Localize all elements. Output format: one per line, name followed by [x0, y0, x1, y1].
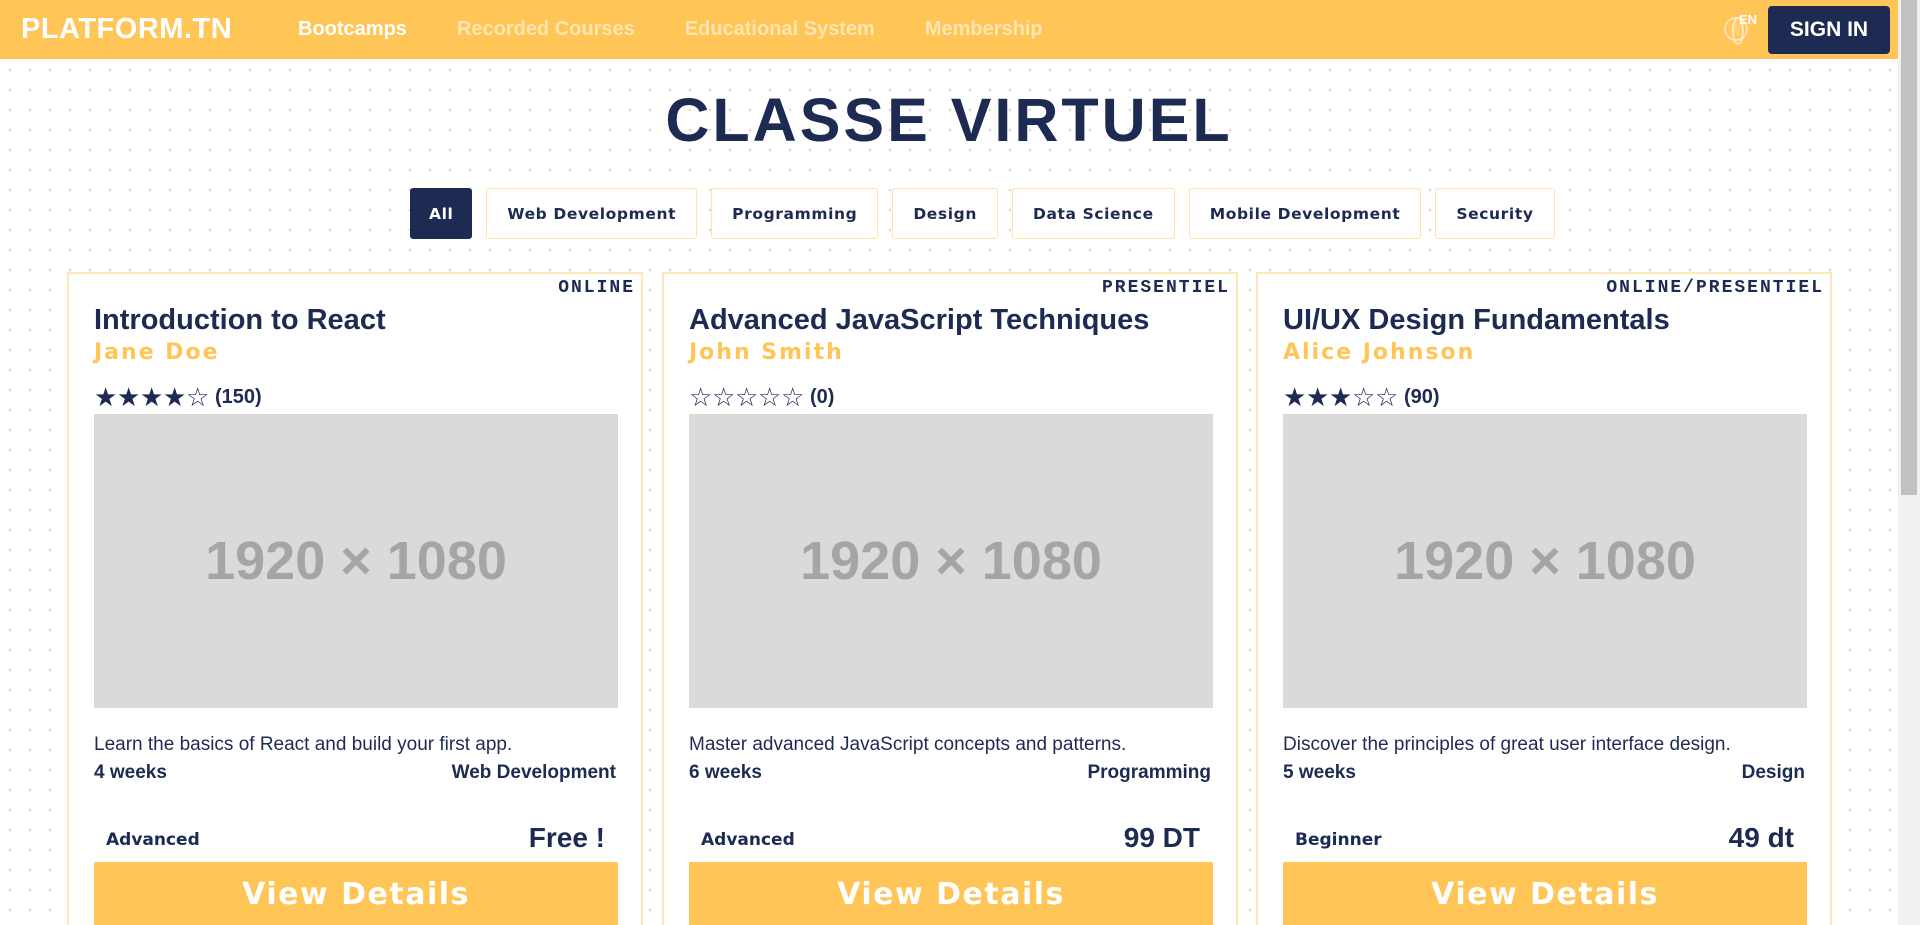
- star-empty-icon: ☆: [689, 382, 713, 412]
- star-filled-icon: ★: [117, 382, 141, 412]
- course-level: Beginner: [1295, 830, 1382, 850]
- course-rating: ☆ ☆ ☆ ☆ ☆ (0): [689, 384, 834, 410]
- rating-count: (90): [1404, 385, 1440, 408]
- course-price: Free !: [528, 822, 605, 853]
- filter-programming[interactable]: Programming: [711, 188, 879, 239]
- view-details-button[interactable]: View Details: [689, 862, 1213, 925]
- image-placeholder-label: 1920 × 1080: [800, 531, 1102, 591]
- course-card: PRESENTIEL Advanced JavaScript Technique…: [662, 272, 1238, 925]
- star-empty-icon: ☆: [758, 382, 782, 412]
- nav-link-educational-system[interactable]: Educational System: [685, 18, 875, 41]
- course-rating: ★ ★ ★ ☆ ☆ (90): [1283, 384, 1440, 410]
- course-image-placeholder: 1920 × 1080: [1283, 414, 1807, 708]
- image-placeholder-label: 1920 × 1080: [1394, 531, 1696, 591]
- course-description: Master advanced JavaScript concepts and …: [689, 734, 1127, 755]
- star-empty-icon: ☆: [1352, 382, 1376, 412]
- star-filled-icon: ★: [94, 382, 118, 412]
- course-category: Web Development: [451, 762, 616, 783]
- star-empty-icon: ☆: [186, 382, 210, 412]
- star-empty-icon: ☆: [1375, 382, 1399, 412]
- star-filled-icon: ★: [163, 382, 187, 412]
- course-mode: ONLINE/PRESENTIEL: [1606, 278, 1824, 298]
- page-title: CLASSE VIRTUEL: [665, 86, 1233, 154]
- course-level: Advanced: [701, 830, 795, 850]
- course-duration: 4 weeks: [94, 762, 167, 783]
- image-placeholder-label: 1920 × 1080: [205, 531, 507, 591]
- filter-mobile-development[interactable]: Mobile Development: [1188, 188, 1422, 239]
- course-duration: 5 weeks: [1283, 762, 1356, 783]
- star-filled-icon: ★: [1329, 382, 1353, 412]
- star-filled-icon: ★: [1306, 382, 1330, 412]
- course-title: Advanced JavaScript Techniques: [689, 304, 1150, 336]
- course-duration: 6 weeks: [689, 762, 762, 783]
- filter-data-science[interactable]: Data Science: [1012, 188, 1175, 239]
- nav-link-bootcamps[interactable]: Bootcamps: [298, 18, 407, 41]
- language-code: EN: [1739, 12, 1758, 27]
- course-title: UI/UX Design Fundamentals: [1283, 304, 1670, 336]
- filter-all[interactable]: All: [410, 188, 473, 239]
- view-details-button[interactable]: View Details: [94, 862, 618, 925]
- course-rating: ★ ★ ★ ★ ☆ (150): [94, 384, 262, 410]
- course-mode: ONLINE: [558, 278, 635, 298]
- filter-security[interactable]: Security: [1435, 188, 1555, 239]
- star-rating: ☆ ☆ ☆ ☆ ☆: [689, 384, 804, 410]
- course-author: Jane Doe: [94, 340, 220, 365]
- course-author: Alice Johnson: [1283, 340, 1476, 365]
- star-empty-icon: ☆: [781, 382, 805, 412]
- course-level: Advanced: [106, 830, 200, 850]
- course-mode: PRESENTIEL: [1101, 278, 1230, 298]
- star-empty-icon: ☆: [735, 382, 759, 412]
- site-logo[interactable]: PLATFORM.TN: [21, 13, 232, 46]
- star-filled-icon: ★: [140, 382, 164, 412]
- view-details-button[interactable]: View Details: [1283, 862, 1807, 925]
- page-scrollbar[interactable]: [1898, 0, 1920, 925]
- course-image-placeholder: 1920 × 1080: [689, 414, 1213, 708]
- course-card: ONLINE/PRESENTIEL UI/UX Design Fundament…: [1256, 272, 1832, 925]
- language-switcher[interactable]: EN: [1724, 12, 1764, 46]
- star-empty-icon: ☆: [712, 382, 736, 412]
- course-category: Design: [1741, 762, 1805, 783]
- star-rating: ★ ★ ★ ★ ☆: [94, 384, 209, 410]
- filter-web-development[interactable]: Web Development: [486, 188, 698, 239]
- category-filters: All Web Development Programming Design D…: [410, 188, 1555, 239]
- course-description: Learn the basics of React and build your…: [94, 734, 513, 755]
- main-nav: Bootcamps Recorded Courses Educational S…: [298, 18, 1093, 41]
- course-description: Discover the principles of great user in…: [1283, 734, 1731, 755]
- course-category: Programming: [1087, 762, 1211, 783]
- course-image-placeholder: 1920 × 1080: [94, 414, 618, 708]
- scrollbar-thumb[interactable]: [1901, 0, 1917, 495]
- rating-count: (0): [810, 385, 835, 408]
- nav-link-membership[interactable]: Membership: [925, 18, 1043, 41]
- course-author: John Smith: [689, 340, 844, 365]
- rating-count: (150): [215, 385, 262, 408]
- filter-design[interactable]: Design: [892, 188, 998, 239]
- course-card: ONLINE Introduction to React Jane Doe ★ ★…: [67, 272, 643, 925]
- course-price: 49 dt: [1728, 822, 1794, 853]
- star-filled-icon: ★: [1283, 382, 1307, 412]
- course-price: 99 DT: [1123, 822, 1200, 853]
- sign-in-button[interactable]: SIGN IN: [1768, 6, 1890, 54]
- top-navbar: PLATFORM.TN Bootcamps Recorded Courses E…: [0, 0, 1920, 59]
- star-rating: ★ ★ ★ ☆ ☆: [1283, 384, 1398, 410]
- course-title: Introduction to React: [94, 304, 386, 336]
- nav-link-recorded-courses[interactable]: Recorded Courses: [457, 18, 635, 41]
